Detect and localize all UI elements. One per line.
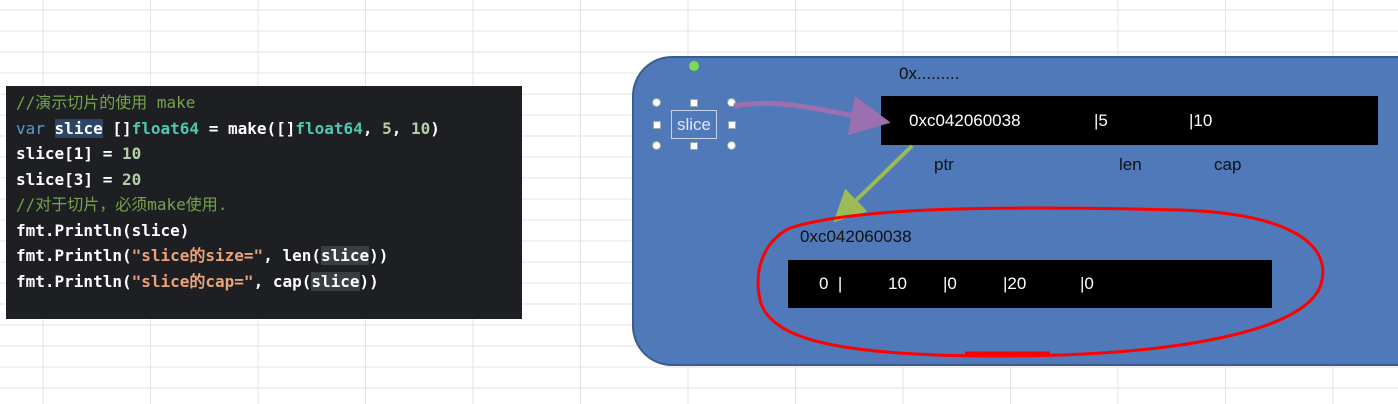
resize-handle-bottom[interactable] — [690, 142, 698, 150]
array-cell-1: 10 — [888, 274, 907, 293]
len-label: len — [1119, 155, 1142, 174]
resize-handle-top-right[interactable] — [727, 98, 736, 107]
address-placeholder: 0x......... — [899, 64, 960, 83]
cap-value: |10 — [1189, 110, 1213, 130]
resize-handle-bottom-right[interactable] — [727, 141, 736, 150]
code-panel: //演示切片的使用 make var slice []float64 = mak… — [6, 86, 522, 319]
code-line-3: slice[1] = 10 — [16, 144, 142, 163]
array-cell-2: |0 — [943, 274, 957, 293]
slice-header-bar: 0xc042060038 |5 |10 — [881, 96, 1378, 145]
resize-handle-top[interactable] — [690, 99, 698, 107]
ptr-label: ptr — [934, 155, 954, 174]
array-cell-0: 0 | — [819, 274, 843, 293]
ptr-value: 0xc042060038 — [909, 110, 1021, 130]
resize-handle-left[interactable] — [653, 121, 661, 129]
resize-handle-top-left[interactable] — [652, 98, 661, 107]
code-line-4: slice[3] = 20 — [16, 169, 142, 189]
cap-label: cap — [1214, 155, 1242, 174]
array-cell-3: |20 — [1003, 274, 1027, 293]
len-value: |5 — [1094, 110, 1108, 130]
underlying-array-bar: 0 | 10 |0 |20 |0 — [788, 260, 1272, 308]
array-cell-4: |0 — [1080, 274, 1094, 293]
code-line-5: //对于切片，必须make使用. — [16, 195, 228, 214]
rotate-handle[interactable] — [689, 61, 699, 71]
slice-variable-box[interactable]: slice — [671, 110, 717, 139]
code-line-1: //演示切片的使用 make — [16, 93, 196, 112]
resize-handle-bottom-left[interactable] — [652, 141, 661, 150]
resize-handle-right[interactable] — [728, 121, 736, 129]
array-address: 0xc042060038 — [800, 227, 912, 246]
code-line-8: fmt.Println("slice的cap=", cap(slice)) — [16, 271, 379, 291]
code-line-7: fmt.Println("slice的size=", len(slice)) — [16, 246, 389, 265]
code-line-6: fmt.Println(slice) — [16, 220, 190, 240]
code-line-2: var slice []float64 = make([]float64, 5,… — [16, 118, 440, 138]
